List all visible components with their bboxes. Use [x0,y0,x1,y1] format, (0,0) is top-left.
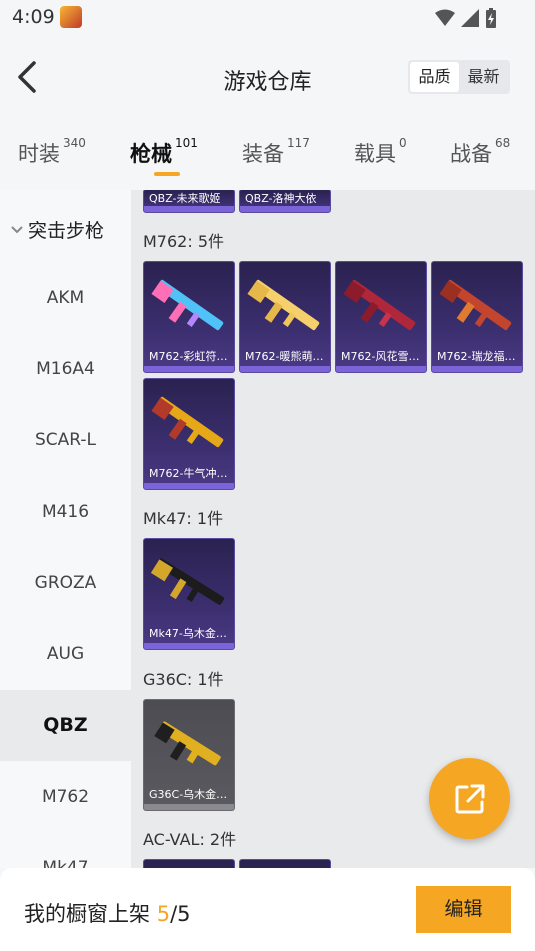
skin-card[interactable]: M762-瑞龙福… [431,261,523,373]
rarity-bar [144,483,234,489]
rarity-bar [144,366,234,372]
skin-card[interactable]: M762-风花雪… [335,261,427,373]
tab-label: 装备 [242,142,284,166]
rifle-red-snow-icon [343,279,416,331]
battery-icon [486,8,496,28]
skin-name: G36C-乌木金… [149,788,228,801]
sidebar-item-m762[interactable]: M762 [0,762,131,833]
skin-name: M762-彩虹符… [149,350,228,363]
weapon-sidebar: 突击步枪 AKM M16A4 SCAR-L M416 GROZA AUG QBZ… [0,190,131,868]
sidebar-item-qbz[interactable]: QBZ [0,690,131,761]
skin-card[interactable]: M762-牛气冲… [143,378,235,490]
skin-card[interactable]: Mk47-乌木金… [143,538,235,650]
skin-name: M762-牛气冲… [149,467,228,480]
tab-count: 117 [287,136,310,150]
skin-name: M762-暖熊萌… [245,350,324,363]
status-time: 4:09 [12,6,55,28]
wifi-icon [435,9,455,26]
page-header: 游戏仓库 品质 最新 [0,36,535,118]
rifle-dragon-icon [439,279,512,331]
tab-battle-gear[interactable]: 战备 68 [450,136,511,168]
skin-name: M762-风花雪… [341,350,420,363]
sidebar-item-groza[interactable]: GROZA [0,548,131,619]
external-link-icon [455,784,484,813]
rifle-gold-bear-icon [247,279,320,331]
tab-label: 战备 [450,142,492,166]
skin-card[interactable]: QBZ-未来歌姬 [143,190,235,213]
tab-count: 340 [63,136,86,150]
tab-active-indicator [154,172,180,176]
sidebar-item-aug[interactable]: AUG [0,619,131,690]
sidebar-category-assault-rifle[interactable]: 突击步枪 [10,216,104,243]
tab-equipment[interactable]: 装备 117 [242,136,310,168]
skin-name: QBZ-洛神大依 [245,192,317,205]
tab-count: 0 [399,136,407,150]
category-tabs: 时装 340 枪械 101 装备 117 载具 0 战备 68 [0,118,535,190]
rifle-ebony-gold-icon [150,558,225,605]
tab-label: 时装 [18,142,60,166]
group-title-mk47: Mk47: 1件 [143,509,224,528]
showcase-label: 我的橱窗上架 [24,902,150,926]
skin-card[interactable]: G36C-乌木金… [143,699,235,811]
tab-weapons[interactable]: 枪械 101 [130,136,198,176]
skin-name: QBZ-未来歌姬 [149,192,221,205]
sidebar-item-m416[interactable]: M416 [0,477,131,548]
share-button[interactable] [429,758,510,839]
app-notification-icon [60,6,82,28]
skin-card[interactable]: QBZ-洛神大依 [239,190,331,213]
sort-toggle: 品质 最新 [408,60,510,94]
rarity-bar [240,206,330,212]
tab-label: 枪械 [130,142,172,166]
sidebar-item-akm[interactable]: AKM [0,263,131,334]
sidebar-item-m16a4[interactable]: M16A4 [0,334,131,405]
sort-quality-button[interactable]: 品质 [410,62,459,92]
rarity-bar [144,804,234,810]
skin-card[interactable]: M762-暖熊萌… [239,261,331,373]
tab-vehicles[interactable]: 载具 0 [354,136,407,168]
skin-card[interactable] [143,859,235,868]
skin-name: Mk47-乌木金… [149,627,227,640]
showcase-total-count: /5 [170,902,191,926]
rifle-ox-icon [151,396,224,448]
group-title-m762: M762: 5件 [143,232,225,251]
sidebar-item-scar-l[interactable]: SCAR-L [0,405,131,476]
status-bar: 4:09 [0,0,535,36]
group-title-g36c: G36C: 1件 [143,670,224,689]
showcase-footer: 我的橱窗上架 5/5 编辑 [0,868,535,951]
signal-icon [461,9,479,27]
rarity-bar [144,643,234,649]
tab-count: 68 [495,136,511,150]
rarity-bar [336,366,426,372]
status-icons [435,8,497,28]
edit-button[interactable]: 编辑 [416,886,511,933]
tab-count: 101 [175,136,198,150]
tab-label: 载具 [354,142,396,166]
sidebar-item-mk47[interactable]: Mk47 [0,833,131,868]
rifle-ebony-gold-icon [154,721,221,766]
tab-fashion[interactable]: 时装 340 [18,136,86,168]
chevron-down-icon [11,225,23,233]
rarity-bar [240,366,330,372]
showcase-current-count: 5 [156,902,171,926]
category-label: 突击步枪 [28,220,105,242]
skin-card[interactable]: M762-彩虹符… [143,261,235,373]
rifle-rainbow-icon [151,279,224,331]
rarity-bar [432,366,522,372]
showcase-status: 我的橱窗上架 5/5 [24,898,191,928]
skin-name: M762-瑞龙福… [437,350,516,363]
sort-latest-button[interactable]: 最新 [459,62,508,92]
rarity-bar [144,206,234,212]
skin-card[interactable] [239,859,331,868]
group-title-ac-val: AC-VAL: 2件 [143,830,237,849]
